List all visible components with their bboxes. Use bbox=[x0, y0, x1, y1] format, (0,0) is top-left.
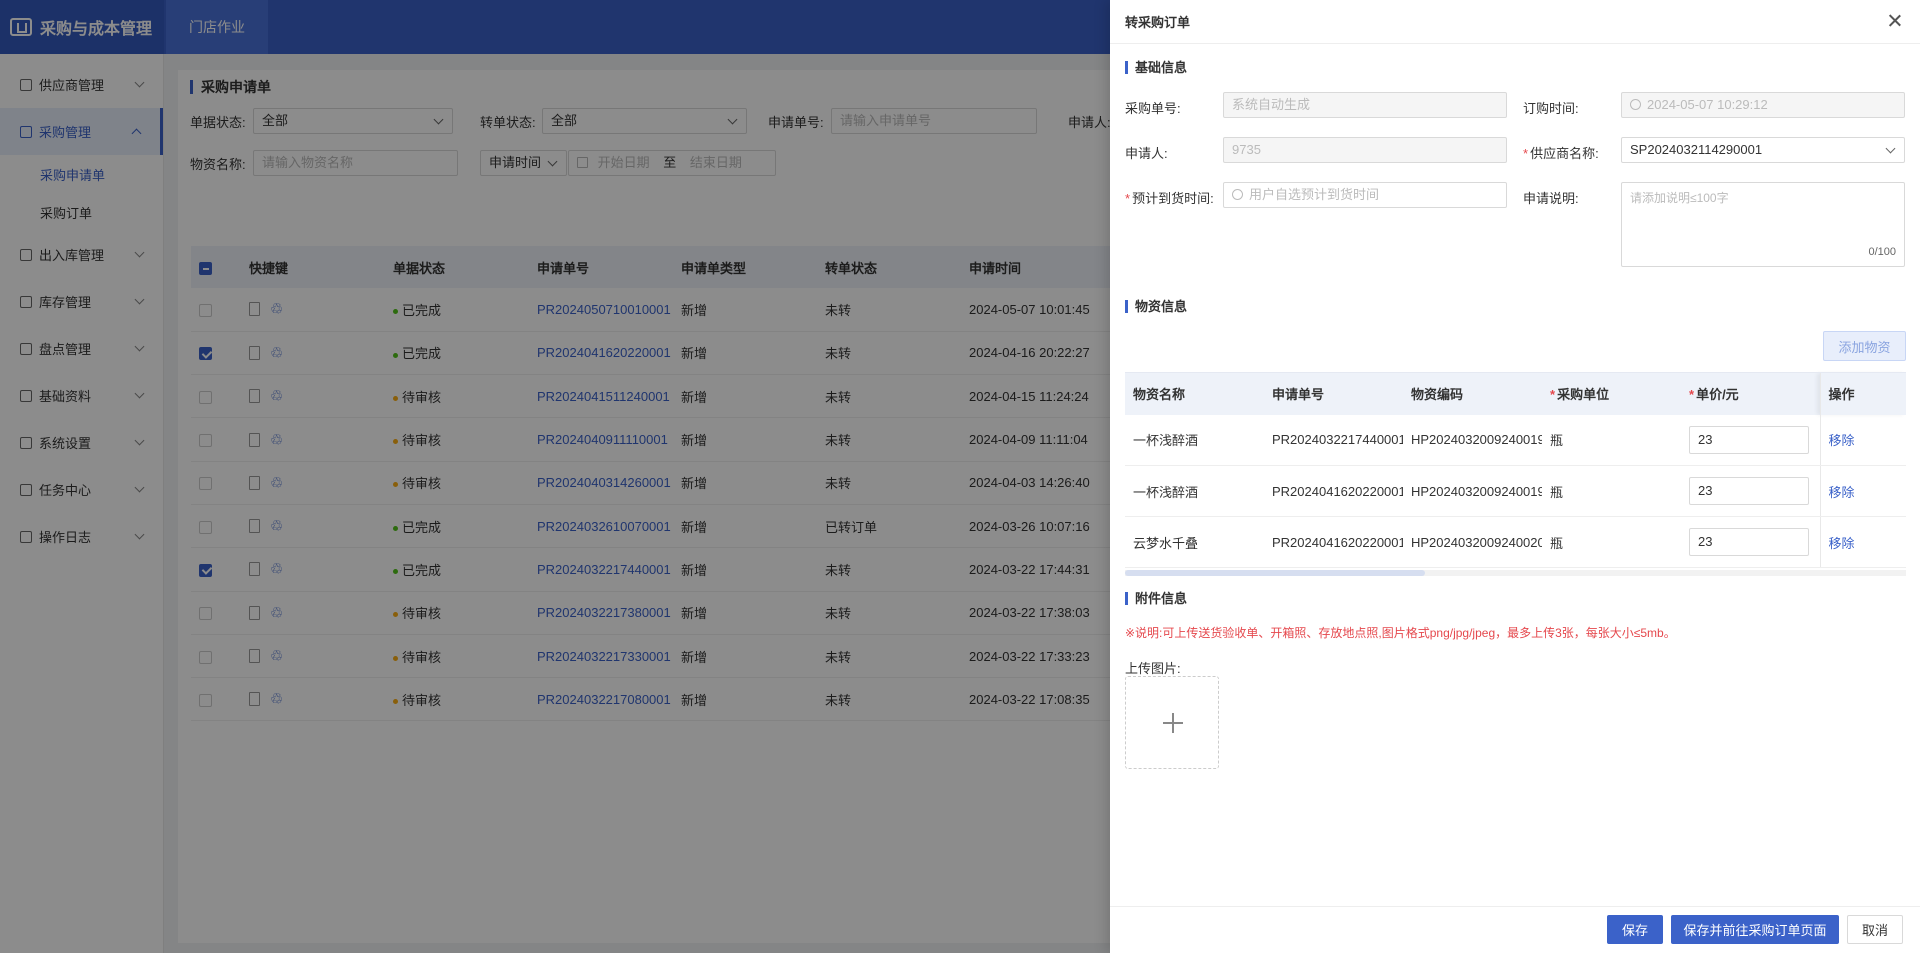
drawer-title: 转采购订单 bbox=[1125, 15, 1191, 30]
supplier-select[interactable]: SP2024032114290001 bbox=[1621, 137, 1905, 163]
price-cell: 23 bbox=[1681, 516, 1820, 568]
po-no-field: 系统自动生成 bbox=[1223, 92, 1507, 118]
save-go-button[interactable]: 保存并前往采购订单页面 bbox=[1671, 915, 1839, 944]
applicant-field: 9735 bbox=[1223, 137, 1507, 163]
applicant-label: 申请人: bbox=[1125, 146, 1168, 161]
required-mark: * bbox=[1689, 387, 1695, 403]
col-price: * 单价/元 bbox=[1681, 372, 1820, 415]
upload-label: 上传图片: bbox=[1125, 661, 1181, 676]
col-price-text: 单价/元 bbox=[1696, 387, 1739, 403]
material-name-cell: 云梦水千叠 bbox=[1125, 516, 1264, 568]
cancel-button[interactable]: 取消 bbox=[1847, 915, 1903, 944]
remove-link[interactable]: 移除 bbox=[1829, 485, 1855, 500]
material-req-no-cell: PR2024041620220001 bbox=[1264, 516, 1403, 568]
required-mark: * bbox=[1550, 387, 1556, 403]
save-button[interactable]: 保存 bbox=[1607, 915, 1663, 944]
material-table: 物资名称 申请单号 物资编码 * 采购单位 * 单价/元 操作 一杯浅醉酒 PR202… bbox=[1125, 372, 1906, 568]
close-icon[interactable] bbox=[1886, 12, 1904, 30]
upload-image-button[interactable] bbox=[1125, 676, 1219, 769]
drawer-footer: 保存 保存并前往采购订单页面 取消 bbox=[1110, 906, 1920, 953]
op-cell: 移除 bbox=[1819, 414, 1906, 466]
convert-po-drawer: 转采购订单 基础信息 采购单号: 系统自动生成 订购时间: 2024-05-07… bbox=[1110, 0, 1920, 953]
col-material-code: 物资编码 bbox=[1403, 372, 1542, 415]
chevron-down-icon bbox=[1885, 143, 1896, 154]
material-req-no-cell: PR2024032217440001 bbox=[1264, 414, 1403, 466]
op-cell: 移除 bbox=[1819, 516, 1906, 568]
col-unit: * 采购单位 bbox=[1542, 372, 1681, 415]
material-row: 一杯浅醉酒 PR2024032217440001 HP202403200924001… bbox=[1125, 414, 1906, 466]
material-code-cell: HP2024032009240019 bbox=[1403, 465, 1542, 517]
basic-info-title: 基础信息 bbox=[1125, 61, 1187, 74]
remark-placeholder: 请添加说明≤100字 bbox=[1630, 191, 1729, 205]
eta-label: * 预计到货时间: bbox=[1125, 188, 1214, 207]
supplier-label-text: 供应商名称: bbox=[1530, 146, 1599, 161]
drawer-header: 转采购订单 bbox=[1110, 0, 1920, 44]
order-time-value: 2024-05-07 10:29:12 bbox=[1647, 97, 1768, 112]
unit-cell: 瓶 bbox=[1542, 516, 1681, 568]
price-input[interactable]: 23 bbox=[1689, 477, 1809, 505]
unit-cell: 瓶 bbox=[1542, 414, 1681, 466]
material-req-no-cell: PR2024041620220001 bbox=[1264, 465, 1403, 517]
supplier-label: * 供应商名称: bbox=[1523, 143, 1599, 162]
price-input[interactable]: 23 bbox=[1689, 425, 1809, 454]
material-name-cell: 一杯浅醉酒 bbox=[1125, 465, 1264, 517]
col-unit-text: 采购单位 bbox=[1557, 387, 1610, 403]
remark-label: 申请说明: bbox=[1523, 191, 1579, 206]
order-time-label: 订购时间: bbox=[1523, 101, 1579, 116]
char-count: 0/100 bbox=[1868, 246, 1896, 258]
attachment-note: ※说明:可上传送货验收单、开箱照、存放地点照,图片格式png/jpg/jpeg，… bbox=[1125, 626, 1676, 640]
material-code-cell: HP2024032009240019 bbox=[1403, 414, 1542, 466]
col-material-name: 物资名称 bbox=[1125, 372, 1264, 415]
col-req-no: 申请单号 bbox=[1264, 372, 1403, 415]
remark-textarea[interactable]: 请添加说明≤100字 0/100 bbox=[1621, 182, 1905, 267]
clock-icon bbox=[1232, 189, 1243, 200]
horizontal-scrollbar[interactable] bbox=[1125, 570, 1906, 576]
price-cell: 23 bbox=[1681, 465, 1820, 517]
material-row: 一杯浅醉酒 PR2024041620220001 HP202403200924001… bbox=[1125, 465, 1906, 517]
eta-label-text: 预计到货时间: bbox=[1132, 191, 1214, 206]
col-op: 操作 bbox=[1819, 372, 1906, 415]
po-no-label: 采购单号: bbox=[1125, 101, 1181, 116]
clock-icon bbox=[1630, 99, 1641, 110]
price-input[interactable]: 23 bbox=[1689, 528, 1809, 556]
op-cell: 移除 bbox=[1819, 465, 1906, 517]
modal-mask[interactable] bbox=[0, 0, 1110, 953]
order-time-field: 2024-05-07 10:29:12 bbox=[1621, 92, 1905, 118]
add-material-button[interactable]: 添加物资 bbox=[1823, 331, 1906, 361]
eta-placeholder: 用户自选预计到货时间 bbox=[1249, 187, 1380, 202]
material-table-header: 物资名称 申请单号 物资编码 * 采购单位 * 单价/元 操作 bbox=[1125, 372, 1906, 415]
material-name-cell: 一杯浅醉酒 bbox=[1125, 414, 1264, 466]
eta-picker[interactable]: 用户自选预计到货时间 bbox=[1223, 182, 1507, 208]
scrollbar-thumb[interactable] bbox=[1125, 570, 1425, 576]
price-cell: 23 bbox=[1681, 414, 1820, 466]
unit-cell: 瓶 bbox=[1542, 465, 1681, 517]
material-info-title: 物资信息 bbox=[1125, 300, 1187, 313]
required-mark: * bbox=[1523, 146, 1529, 161]
remove-link[interactable]: 移除 bbox=[1829, 433, 1855, 448]
supplier-value: SP2024032114290001 bbox=[1630, 142, 1763, 157]
material-row: 云梦水千叠 PR2024041620220001 HP202403200924002… bbox=[1125, 516, 1906, 568]
required-mark: * bbox=[1125, 191, 1131, 206]
attachment-title: 附件信息 bbox=[1125, 592, 1187, 605]
remove-link[interactable]: 移除 bbox=[1829, 536, 1855, 551]
material-code-cell: HP2024032009240020 bbox=[1403, 516, 1542, 568]
